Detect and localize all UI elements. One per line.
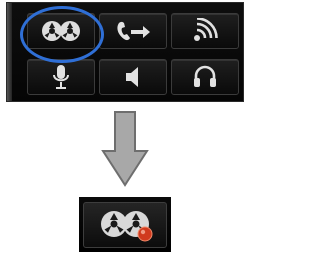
tape-reels-recording-icon xyxy=(101,210,153,241)
recording-indicator-icon xyxy=(137,226,153,241)
down-arrow-icon xyxy=(101,111,149,187)
selection-highlight-ring xyxy=(20,6,104,63)
panel-edge xyxy=(7,3,12,101)
speaker-button[interactable] xyxy=(99,59,167,95)
speaker-icon xyxy=(126,67,138,87)
call-forward-icon xyxy=(117,21,150,41)
microphone-icon xyxy=(53,65,69,89)
toolbar-panel xyxy=(6,2,244,102)
stream-button[interactable] xyxy=(171,13,239,49)
headset-icon xyxy=(194,65,216,87)
call-forward-button[interactable] xyxy=(99,13,167,49)
headset-button[interactable] xyxy=(171,59,239,95)
microphone-button[interactable] xyxy=(27,59,95,95)
recording-state-button[interactable] xyxy=(83,201,167,248)
signal-waves-icon xyxy=(194,18,218,41)
recording-state-button-frame xyxy=(79,197,171,252)
